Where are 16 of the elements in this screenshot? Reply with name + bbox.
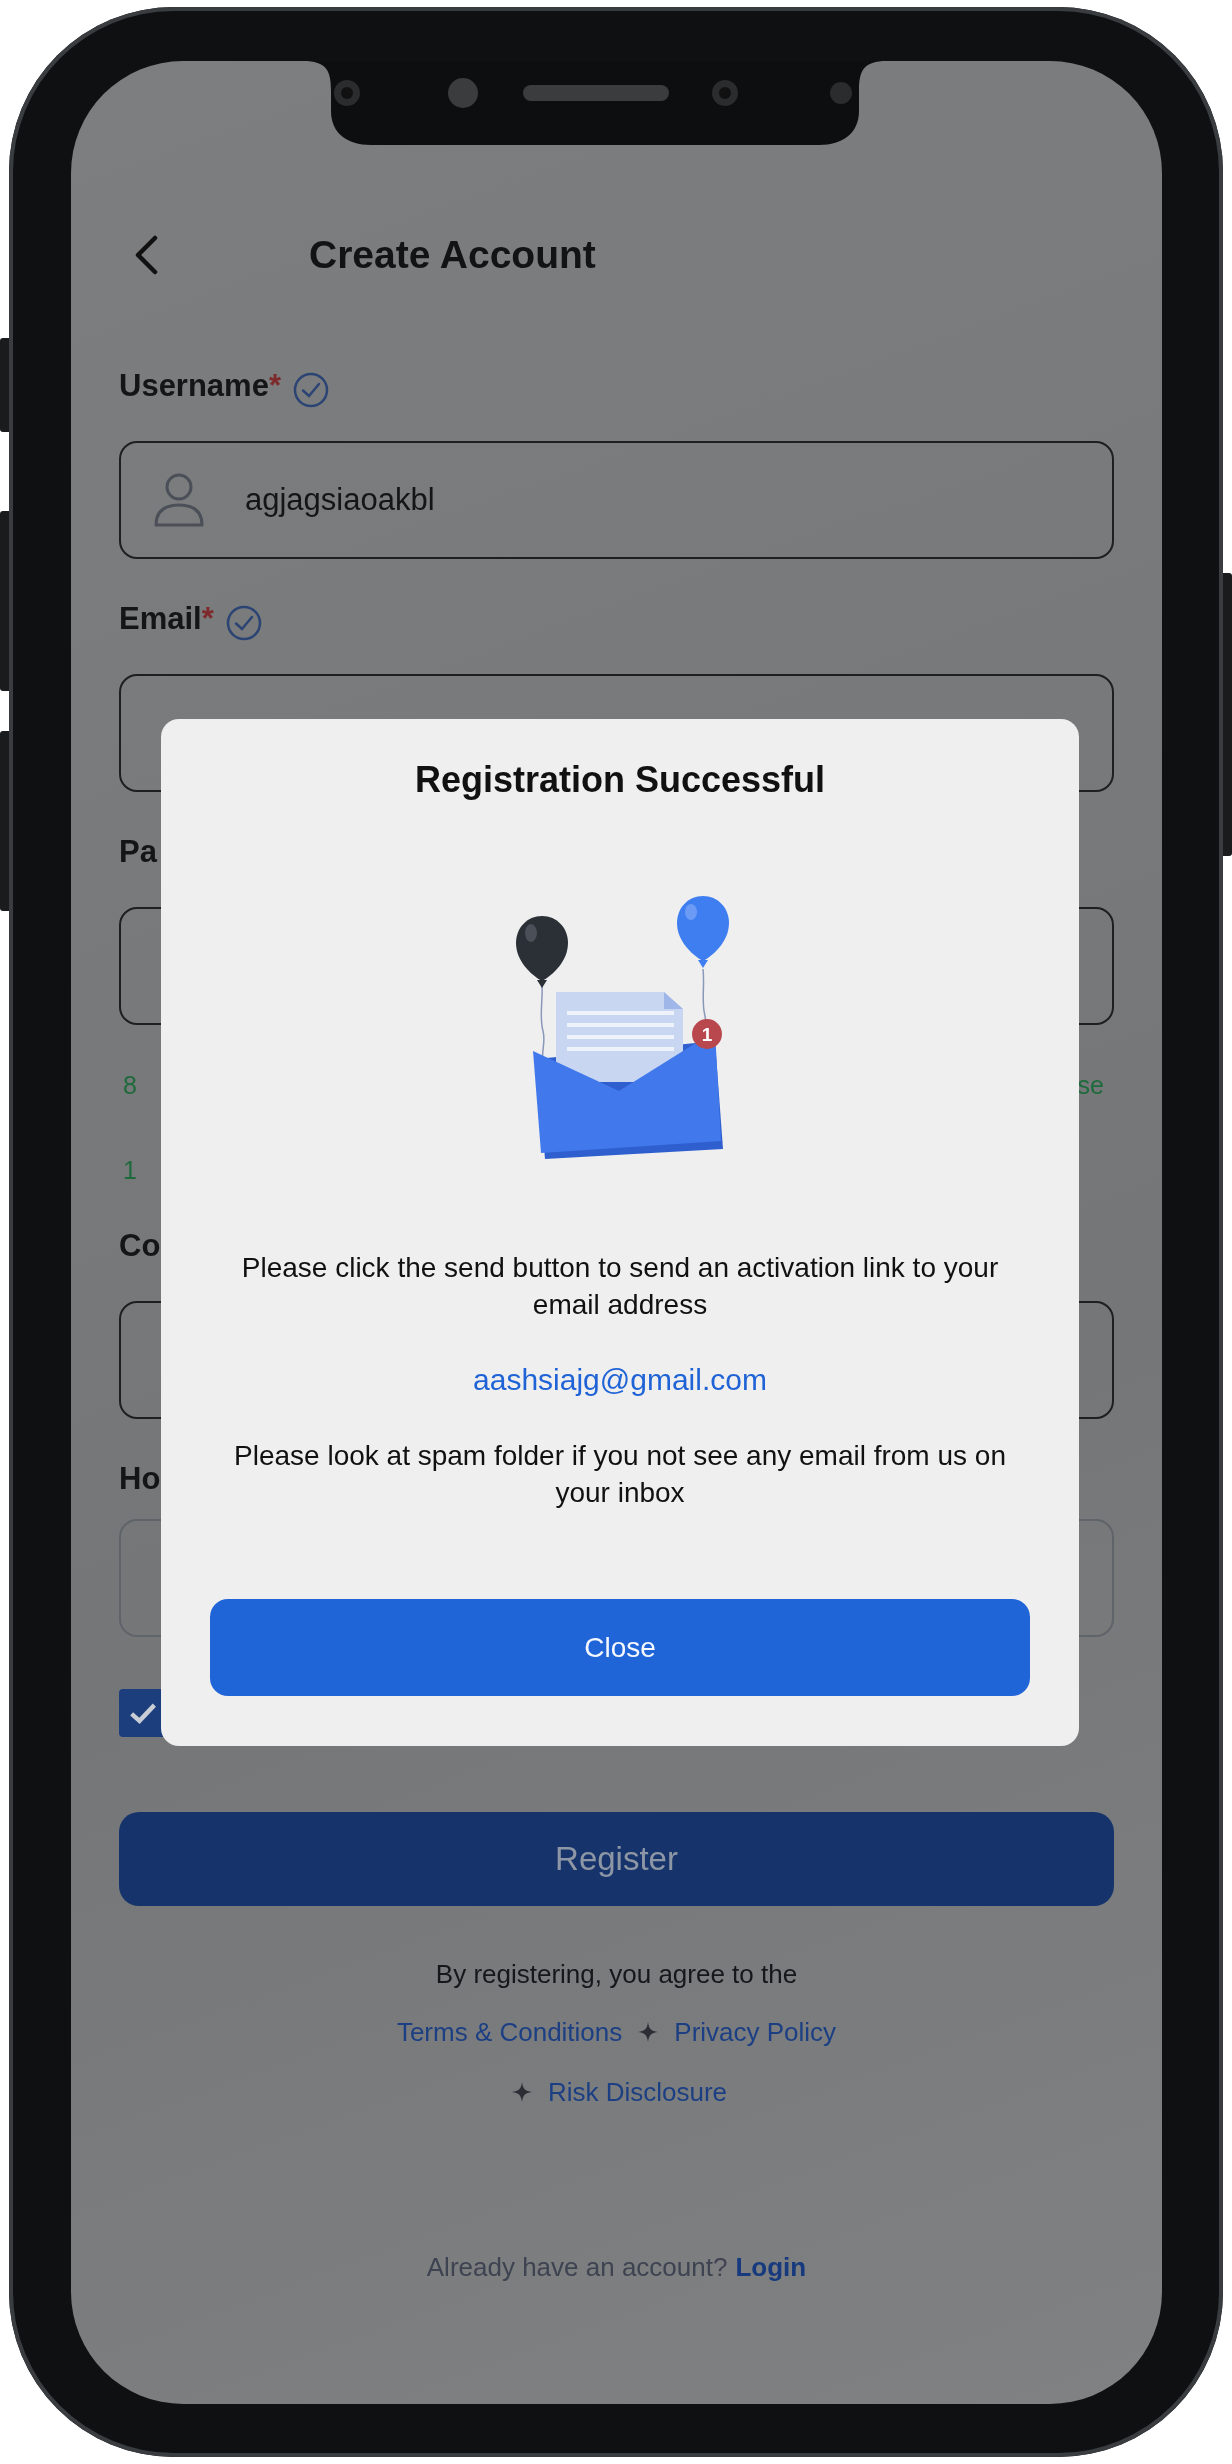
password-hint: se [1076, 1070, 1105, 1101]
email-address: aashsiajg@gmail.com [473, 1362, 767, 1398]
field-label: Pa [119, 834, 157, 870]
page-title: Create Account [309, 233, 596, 277]
password-hint: 1 [122, 1155, 138, 1186]
envelope-drawing: 1 [508, 891, 732, 1162]
field-label: Email* [119, 601, 214, 637]
field-label: Ho [119, 1461, 161, 1497]
field-label: Co [119, 1228, 161, 1264]
dialog-title: Registration Successful [414, 758, 826, 802]
field-label: Username* [119, 368, 281, 404]
login-prompt: Already have an account? [426, 2252, 728, 2282]
password-hint: 8 [122, 1070, 138, 1101]
dialog-message: Please click the send button to send an activation link to your email address [240, 1251, 1000, 1322]
dialog-note: Please look at spam folder if you not see any email from us on your inbox [233, 1439, 1007, 1510]
agreement-text: By registering, you agree to the [434, 1958, 799, 1991]
